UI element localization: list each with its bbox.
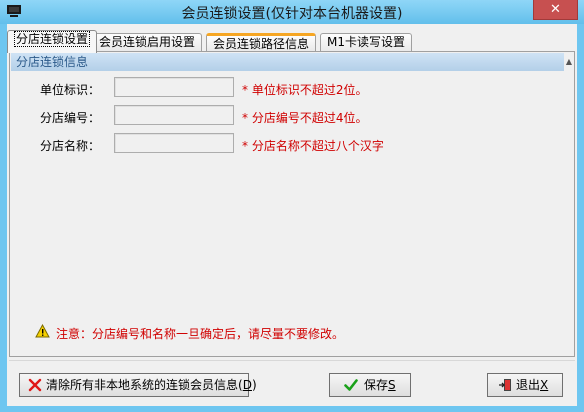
divider xyxy=(9,360,575,361)
save-button-text: 保存 xyxy=(364,378,389,392)
tab-label: 分店连锁设置 xyxy=(14,31,91,47)
exit-door-icon xyxy=(499,379,511,391)
title-bar: 会员连锁设置(仅针对本台机器设置) ✕ xyxy=(0,0,584,24)
branch-no-label: 分店编号： xyxy=(39,111,100,125)
exit-button-label: 退出X xyxy=(516,374,548,396)
save-button-label: 保存S xyxy=(364,374,396,396)
clear-button-label: 清除所有非本地系统的连锁会员信息(D) xyxy=(46,378,257,392)
unit-id-hint: * 单位标识不超过2位。 xyxy=(242,83,368,97)
group-header: 分店连锁信息 xyxy=(11,53,564,71)
tab-panel: 分店连锁信息 ▲ 单位标识： * 单位标识不超过2位。 分店编号： * 分店编号… xyxy=(9,51,575,357)
branch-name-label: 分店名称： xyxy=(39,139,100,153)
scroll-up-icon[interactable]: ▲ xyxy=(564,53,574,71)
tab-branch-chain[interactable]: 分店连锁设置 xyxy=(7,30,98,53)
window-title: 会员连锁设置(仅针对本台机器设置) xyxy=(181,6,403,22)
branch-name-input[interactable] xyxy=(114,133,234,153)
tab-label: M1卡读写设置 xyxy=(327,35,405,49)
exit-button-text: 退出 xyxy=(516,378,541,392)
branch-name-hint: * 分店名称不超过八个汉字 xyxy=(242,139,384,153)
tab-path-info[interactable]: 会员连锁路径信息 xyxy=(206,33,317,52)
dialog-body: 分店连锁设置 会员连锁启用设置 会员连锁路径信息 M1卡读写设置 分店连锁信息 … xyxy=(7,24,577,406)
clear-remote-members-button[interactable]: 清除所有非本地系统的连锁会员信息(D) xyxy=(19,373,257,397)
branch-no-hint: * 分店编号不超过4位。 xyxy=(242,111,368,125)
unit-id-input[interactable] xyxy=(114,77,234,97)
tab-label: 会员连锁启用设置 xyxy=(99,35,196,49)
exit-button[interactable]: 退出X xyxy=(487,373,563,397)
tab-m1-card[interactable]: M1卡读写设置 xyxy=(320,33,412,52)
tab-enable-settings[interactable]: 会员连锁启用设置 xyxy=(92,33,203,52)
save-button-hotkey: S xyxy=(388,378,396,392)
red-x-icon xyxy=(28,378,42,392)
clear-button-hotkey: D xyxy=(242,378,252,392)
tab-label: 会员连锁路径信息 xyxy=(213,37,310,51)
tab-strip: 分店连锁设置 会员连锁启用设置 会员连锁路径信息 M1卡读写设置 xyxy=(7,30,577,53)
warning-icon xyxy=(35,324,50,338)
branch-no-input[interactable] xyxy=(114,105,234,125)
modify-warning-note: 注意：分店编号和名称一旦确定后，请尽量不要修改。 xyxy=(56,327,345,341)
unit-id-label: 单位标识： xyxy=(39,83,100,97)
close-button[interactable]: ✕ xyxy=(533,0,578,20)
exit-button-hotkey: X xyxy=(540,378,549,392)
save-button[interactable]: 保存S xyxy=(329,373,411,397)
clear-button-text: 清除所有非本地系统的连锁会员信息 xyxy=(46,378,239,392)
green-check-icon xyxy=(344,379,358,391)
